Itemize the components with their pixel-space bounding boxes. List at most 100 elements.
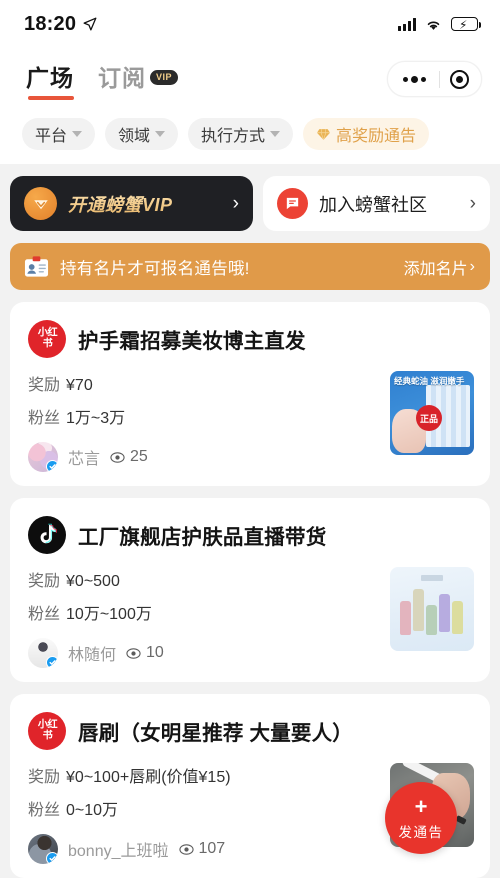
view-count: 10: [126, 644, 164, 662]
verified-badge-icon: [46, 656, 58, 668]
fans-label: 粉丝: [28, 410, 61, 427]
platform-logo-xiaohongshu: 小红书: [28, 320, 66, 358]
filter-bar: 平台 领域 执行方式 高奖励通告: [0, 110, 500, 164]
job-author[interactable]: 林随何 10: [28, 638, 378, 668]
job-thumbnail: 经典蛇油 滋润嫩手 正品: [390, 371, 474, 455]
eye-icon: [178, 843, 194, 855]
vip-banner-label: 开通螃蟹VIP: [68, 191, 173, 217]
job-meta: 奖励 ¥0~500 粉丝 10万~100万 林随何 10: [28, 567, 378, 668]
job-author[interactable]: 芯言 25: [28, 442, 378, 472]
job-thumbnail: [390, 567, 474, 651]
reward-value: ¥70: [66, 377, 93, 394]
filter-chip-platform-label: 平台: [35, 128, 68, 145]
tab-plaza-label: 广场: [26, 64, 74, 91]
status-bar: 18:20 ⚡: [0, 0, 500, 48]
notice-text: 持有名片才可报名通告哦!: [60, 259, 250, 278]
reward-value: ¥0~500: [66, 573, 120, 590]
status-bar-left: 18:20: [24, 13, 97, 36]
business-card-notice[interactable]: 持有名片才可报名通告哦! 添加名片 ›: [10, 243, 490, 290]
thumbnail-badge: 正品: [416, 405, 442, 431]
app-header: 广场 订阅 VIP: [0, 48, 500, 110]
job-author[interactable]: bonny_上班啦 107: [28, 834, 378, 864]
chevron-right-icon: ›: [469, 193, 476, 214]
view-count-value: 107: [198, 840, 226, 857]
cellular-signal-icon: [398, 17, 416, 31]
community-banner-label: 加入螃蟹社区: [319, 194, 427, 215]
job-card[interactable]: 小红书 护手霜招募美妆博主直发 奖励 ¥70 粉丝 1万~3万 芯言 25 经典…: [10, 302, 490, 486]
community-banner[interactable]: 加入螃蟹社区 ›: [263, 176, 490, 231]
platform-logo-douyin: [28, 516, 66, 554]
fans-line: 粉丝 10万~100万: [28, 600, 378, 624]
avatar: [28, 638, 58, 668]
target-circle-icon[interactable]: [450, 69, 469, 89]
more-dots-icon[interactable]: [400, 75, 429, 83]
filter-chip-high-reward[interactable]: 高奖励通告: [303, 118, 430, 150]
chat-bubble-icon: [277, 188, 308, 219]
fans-value: 1万~3万: [66, 410, 126, 427]
job-title: 唇刷（女明星推荐 大量要人）: [78, 722, 353, 745]
tab-subscription-label: 订阅: [98, 64, 146, 91]
add-business-card-action[interactable]: 添加名片 ›: [404, 255, 475, 279]
tab-bar: 广场 订阅 VIP: [26, 59, 179, 100]
publish-announcement-fab[interactable]: + 发通告: [385, 782, 457, 854]
filter-chip-execution[interactable]: 执行方式: [188, 118, 294, 150]
tab-subscription[interactable]: 订阅 VIP: [98, 59, 179, 100]
job-meta: 奖励 ¥0~100+唇刷(价值¥15) 粉丝 0~10万 bonny_上班啦 1…: [28, 763, 378, 864]
job-card-body: 奖励 ¥0~500 粉丝 10万~100万 林随何 10: [28, 567, 474, 668]
author-name: 芯言: [68, 451, 101, 468]
job-card-body: 奖励 ¥70 粉丝 1万~3万 芯言 25 经典蛇油 滋润嫩手 正品: [28, 371, 474, 472]
battery-charging-icon: ⚡: [451, 17, 481, 32]
job-title: 护手霜招募美妆博主直发: [78, 330, 306, 353]
vip-diamond-icon: [24, 187, 57, 220]
fans-label: 粉丝: [28, 606, 61, 623]
reward-line: 奖励 ¥70: [28, 371, 378, 395]
job-card-header: 工厂旗舰店护肤品直播带货: [28, 516, 474, 554]
avatar: [28, 834, 58, 864]
filter-chip-high-reward-label: 高奖励通告: [336, 128, 417, 145]
job-title: 工厂旗舰店护肤品直播带货: [78, 526, 327, 549]
job-card[interactable]: 工厂旗舰店护肤品直播带货 奖励 ¥0~500 粉丝 10万~100万 林随何 1…: [10, 498, 490, 682]
filter-chip-platform[interactable]: 平台: [22, 118, 96, 150]
vip-badge: VIP: [150, 69, 179, 85]
plus-icon: +: [414, 793, 428, 819]
chevron-right-icon: ›: [232, 193, 239, 214]
verified-badge-icon: [46, 460, 58, 472]
chevron-down-icon: [72, 131, 83, 137]
fans-value: 10万~100万: [66, 606, 152, 623]
reward-value: ¥0~100+唇刷(价值¥15): [66, 769, 231, 786]
view-count-value: 10: [146, 644, 164, 661]
filter-chip-field[interactable]: 领域: [105, 118, 179, 150]
chevron-right-icon: ›: [469, 257, 475, 275]
job-card-header: 小红书 唇刷（女明星推荐 大量要人）: [28, 712, 474, 750]
chevron-down-icon: [155, 131, 166, 137]
tab-plaza[interactable]: 广场: [26, 59, 74, 100]
author-name: 林随何: [68, 647, 117, 664]
fans-line: 粉丝 0~10万: [28, 796, 378, 820]
filter-chip-field-label: 领域: [118, 128, 151, 145]
eye-icon: [110, 451, 125, 463]
eye-icon: [126, 647, 141, 659]
id-card-icon: [24, 255, 49, 277]
banner-row: 开通螃蟹VIP › 加入螃蟹社区 ›: [0, 164, 500, 231]
view-count-value: 25: [130, 448, 148, 465]
fans-label: 粉丝: [28, 802, 61, 819]
status-time: 18:20: [24, 12, 77, 35]
view-count: 107: [178, 840, 226, 858]
filter-chip-execution-label: 执行方式: [201, 128, 266, 145]
job-meta: 奖励 ¥70 粉丝 1万~3万 芯言 25: [28, 371, 378, 472]
status-bar-right: ⚡: [398, 17, 481, 32]
reward-label: 奖励: [28, 377, 61, 394]
reward-label: 奖励: [28, 769, 61, 786]
fans-value: 0~10万: [66, 802, 119, 819]
capsule-divider: [439, 70, 440, 88]
vip-banner[interactable]: 开通螃蟹VIP ›: [10, 176, 253, 231]
platform-logo-xiaohongshu: 小红书: [28, 712, 66, 750]
mini-program-capsule[interactable]: [387, 61, 482, 97]
chevron-down-icon: [270, 131, 281, 137]
author-name: bonny_上班啦: [68, 843, 169, 860]
publish-announcement-label: 发通告: [398, 824, 444, 840]
verified-badge-icon: [46, 852, 58, 864]
add-business-card-label: 添加名片: [403, 260, 468, 278]
reward-label: 奖励: [28, 573, 61, 590]
view-count: 25: [110, 448, 148, 466]
